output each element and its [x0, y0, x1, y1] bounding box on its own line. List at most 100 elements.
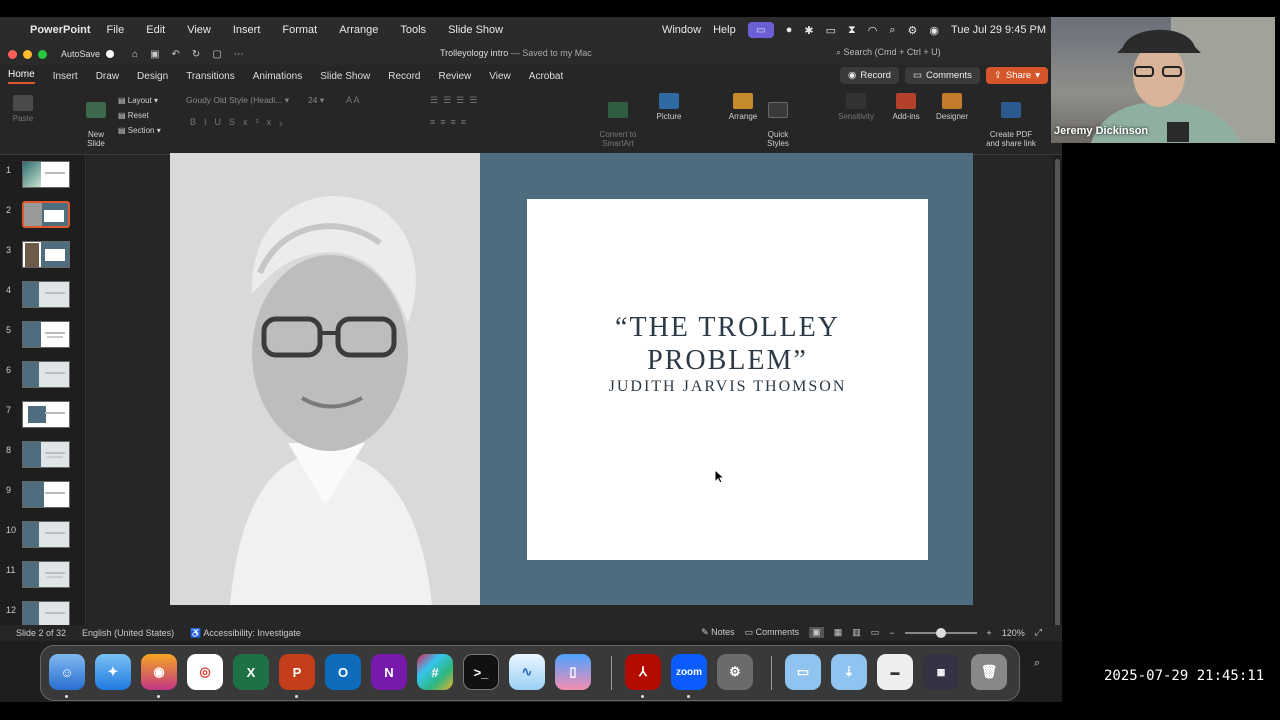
siri-icon[interactable]: ◉	[929, 24, 939, 37]
share-button[interactable]: ⇪ Share ▾	[985, 67, 1048, 84]
slide-title[interactable]: “THE TROLLEY PROBLEM”	[527, 311, 928, 377]
grow-font-icon[interactable]: A A	[346, 95, 360, 105]
add-ins-button[interactable]: Add-ins	[890, 93, 922, 121]
finder-icon[interactable]: ☺	[49, 654, 85, 690]
menubar-datetime[interactable]: Tue Jul 29 9:45 PM	[951, 24, 1046, 36]
undo-icon[interactable]: ↶	[172, 49, 180, 60]
zoom-slider-knob[interactable]	[935, 627, 946, 638]
paste-button[interactable]: Paste	[8, 95, 38, 123]
language-status[interactable]: English (United States)	[82, 628, 174, 638]
tab-acrobat[interactable]: Acrobat	[529, 71, 563, 82]
font-size-select[interactable]: 24 ▾	[308, 95, 344, 109]
zoom-slider[interactable]	[904, 627, 977, 638]
reset-button[interactable]: ▤ Reset	[118, 108, 161, 123]
menu-slide-show[interactable]: Slide Show	[448, 24, 503, 36]
screen-share-icon[interactable]: ▭	[747, 22, 774, 38]
freeform-icon[interactable]: ∿	[509, 654, 545, 690]
sensitivity-button[interactable]: Sensitivity	[836, 93, 876, 121]
safari-icon[interactable]: ✦	[95, 654, 131, 690]
close-window-icon[interactable]	[8, 49, 17, 59]
slide-sorter-icon[interactable]: ▦	[834, 627, 843, 638]
tab-slide-show[interactable]: Slide Show	[320, 71, 370, 82]
tab-draw[interactable]: Draw	[96, 71, 119, 82]
zoom-magnifier-icon[interactable]: ⌕	[1034, 657, 1040, 670]
zoom-percent[interactable]: 120%	[1002, 628, 1025, 638]
presenter-view-icon[interactable]: ▭	[871, 627, 880, 638]
menu-file[interactable]: File	[107, 24, 125, 36]
control-center-icon[interactable]: ⚙	[908, 24, 918, 37]
picture-button[interactable]: Picture	[652, 93, 686, 121]
menu-insert[interactable]: Insert	[233, 24, 261, 36]
firefox-icon[interactable]: ◉	[141, 654, 177, 690]
document-title[interactable]: Trolleyology intro — Saved to my Mac	[440, 48, 592, 58]
slide-thumbnail[interactable]: 11	[0, 561, 86, 591]
save-icon[interactable]: ▣	[150, 49, 159, 60]
menu-help[interactable]: Help	[713, 24, 736, 36]
tab-home[interactable]: Home	[8, 69, 35, 84]
bluetooth-icon[interactable]: ✱	[804, 24, 813, 37]
slide-subtitle[interactable]: JUDITH JARVIS THOMSON	[527, 378, 928, 396]
zoom-window-icon[interactable]	[38, 49, 47, 59]
slack-icon[interactable]: #	[417, 654, 453, 690]
slide-thumbnail-panel[interactable]: 1 2 3 4 5 6 7 8 9 10 11 12	[0, 155, 86, 628]
acrobat-icon[interactable]: ⅄	[625, 654, 661, 690]
create-pdf-button[interactable]: Create PDF and share link	[984, 93, 1038, 148]
comments-button[interactable]: ▭ Comments	[904, 67, 980, 84]
notes-button[interactable]: ✎ Notes	[701, 627, 735, 638]
slide-thumbnail-selected[interactable]: 2	[0, 201, 86, 231]
canvas-scrollbar[interactable]	[1053, 155, 1062, 629]
scrollbar-thumb[interactable]	[1055, 159, 1060, 629]
accessibility-status[interactable]: ♿ Accessibility: Investigate	[190, 628, 301, 639]
title-card[interactable]: “THE TROLLEY PROBLEM” JUDITH JARVIS THOM…	[527, 199, 928, 560]
convert-smartart-button[interactable]: Convert to SmartArt	[598, 93, 638, 148]
alignment-icons[interactable]: ≡≡≡≡	[430, 117, 471, 127]
search-input[interactable]: ⌕ Search (Cmd + Ctrl + U)	[836, 47, 941, 58]
slide-thumbnail[interactable]: 1	[0, 161, 86, 191]
new-slide-button[interactable]: New Slide	[80, 93, 112, 148]
wifi-icon[interactable]: ◠	[868, 24, 878, 37]
slide-thumbnail[interactable]: 5	[0, 321, 86, 351]
section-button[interactable]: ▤ Section ▾	[118, 123, 161, 138]
airdrop-icon[interactable]: ⧗	[848, 24, 856, 37]
format-buttons[interactable]: BIUSx²x₂	[190, 117, 291, 127]
slide-thumbnail[interactable]: 3	[0, 241, 86, 271]
zoom-in-icon[interactable]: +	[987, 628, 992, 638]
record-status-icon[interactable]: ●	[786, 24, 793, 36]
recent-window-icon[interactable]: ▦	[923, 654, 959, 690]
tab-record[interactable]: Record	[388, 71, 420, 82]
slide-thumbnail[interactable]: 7	[0, 401, 86, 431]
normal-view-icon[interactable]: ▣	[809, 627, 824, 638]
menu-tools[interactable]: Tools	[400, 24, 426, 36]
comments-status-button[interactable]: ▭ Comments	[745, 627, 800, 638]
outlook-icon[interactable]: O	[325, 654, 361, 690]
battery-icon[interactable]: ▭	[826, 24, 836, 37]
arrange-button[interactable]: Arrange	[726, 93, 760, 121]
autosave-toggle[interactable]	[106, 50, 115, 58]
slide-thumbnail[interactable]: 8	[0, 441, 86, 471]
slide-thumbnail[interactable]: 9	[0, 481, 86, 511]
slide-thumbnail[interactable]: 6	[0, 361, 86, 391]
tab-view[interactable]: View	[489, 71, 511, 82]
portrait-photo[interactable]	[170, 153, 480, 605]
folder-icon[interactable]: ▭	[785, 654, 821, 690]
menu-view[interactable]: View	[187, 24, 211, 36]
designer-button[interactable]: Designer	[934, 93, 970, 121]
paragraph-list-icons[interactable]: ☰☰☰☰	[430, 95, 482, 106]
reading-view-icon[interactable]: ▥	[852, 627, 861, 638]
tab-animations[interactable]: Animations	[253, 71, 302, 82]
menu-format[interactable]: Format	[282, 24, 317, 36]
iphone-mirroring-icon[interactable]: ▯	[555, 654, 591, 690]
terminal-icon[interactable]: >_	[463, 654, 499, 690]
slide-thumbnail[interactable]: 10	[0, 521, 86, 551]
quick-styles-button[interactable]: Quick Styles	[762, 93, 794, 148]
onenote-icon[interactable]: N	[371, 654, 407, 690]
menu-edit[interactable]: Edit	[146, 24, 165, 36]
excel-icon[interactable]: X	[233, 654, 269, 690]
zoom-out-icon[interactable]: −	[889, 628, 894, 638]
fit-to-window-icon[interactable]: ⤢	[1035, 627, 1042, 638]
layout-button[interactable]: ▤ Layout ▾	[118, 93, 161, 108]
menu-window[interactable]: Window	[662, 24, 701, 36]
new-doc-icon[interactable]: ▢	[212, 49, 221, 60]
system-settings-icon[interactable]: ⚙	[717, 654, 753, 690]
font-family-select[interactable]: Goudy Old Style (Headi... ▾	[186, 95, 304, 109]
